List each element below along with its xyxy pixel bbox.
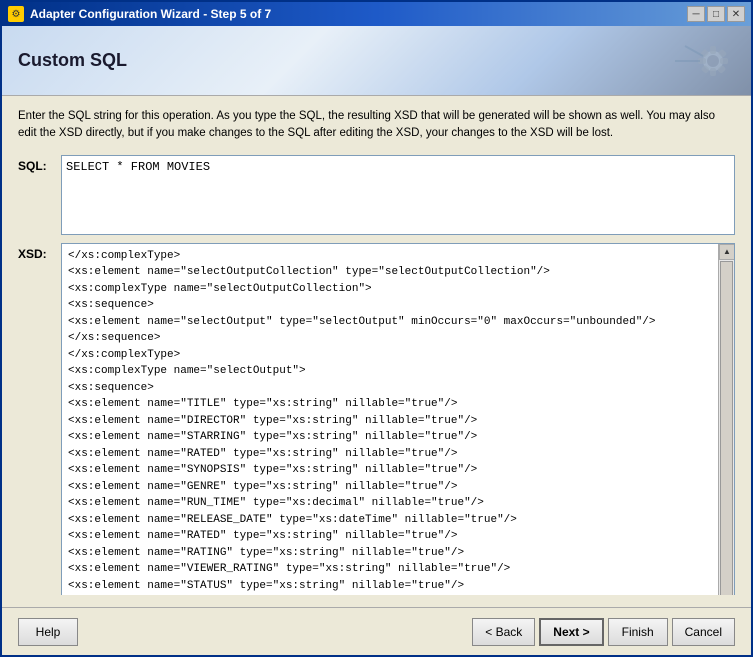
xsd-section: XSD: </xs:complexType> <xs:element name=… <box>18 243 735 596</box>
xsd-vertical-scrollbar[interactable]: ▲ ▼ <box>718 244 734 596</box>
xsd-line: <xs:sequence> <box>68 297 712 314</box>
xsd-line: <xs:element name="TITLE" type="xs:string… <box>68 396 712 413</box>
sql-row: SQL: SELECT * FROM MOVIES <box>18 155 735 235</box>
xsd-line: <xs:element name="GENRE" type="xs:string… <box>68 479 712 496</box>
header-icon <box>675 36 735 86</box>
xsd-line: </xs:complexType> <box>68 248 712 265</box>
title-bar: ⚙ Adapter Configuration Wizard - Step 5 … <box>2 2 751 26</box>
xsd-line: <xs:element name="RELEASE_DATE" type="xs… <box>68 512 712 529</box>
title-bar-left: ⚙ Adapter Configuration Wizard - Step 5 … <box>8 6 271 22</box>
xsd-line: <xs:element name="VIEWER_RATING" type="x… <box>68 561 712 578</box>
xsd-line: <xs:element name="RATING" type="xs:strin… <box>68 545 712 562</box>
help-button[interactable]: Help <box>18 618 78 646</box>
minimize-button[interactable]: ─ <box>687 6 705 22</box>
xsd-line: <xs:complexType name="selectOutputCollec… <box>68 281 712 298</box>
xsd-line: <xs:element name="RATED" type="xs:string… <box>68 446 712 463</box>
help-section: Help <box>18 618 78 646</box>
finish-button[interactable]: Finish <box>608 618 668 646</box>
main-window: ⚙ Adapter Configuration Wizard - Step 5 … <box>0 0 753 657</box>
xsd-line: <xs:element name="selectOutputCollection… <box>68 264 712 281</box>
xsd-line: <xs:sequence> <box>68 380 712 397</box>
sql-input[interactable]: SELECT * FROM MOVIES <box>61 155 735 235</box>
xsd-text-area[interactable]: </xs:complexType> <xs:element name="sele… <box>62 244 718 596</box>
xsd-line: <xs:element name="STARRING" type="xs:str… <box>68 429 712 446</box>
title-bar-controls: ─ □ ✕ <box>687 6 745 22</box>
xsd-container: </xs:complexType> <xs:element name="sele… <box>61 243 735 596</box>
header-title: Custom SQL <box>18 50 127 71</box>
scroll-up-button[interactable]: ▲ <box>719 244 734 260</box>
xsd-line: <xs:element name="SYNOPSIS" type="xs:str… <box>68 462 712 479</box>
sql-label: SQL: <box>18 155 53 173</box>
xsd-line: <xs:element name="DIRECTOR" type="xs:str… <box>68 413 712 430</box>
xsd-line: <xs:element name="RUN_TIME" type="xs:dec… <box>68 495 712 512</box>
xsd-line: <xs:element name="selectOutput" type="se… <box>68 314 712 331</box>
content-area: Enter the SQL string for this operation.… <box>2 96 751 607</box>
xsd-content: </xs:complexType> <xs:element name="sele… <box>68 248 712 596</box>
next-button[interactable]: Next > <box>539 618 603 646</box>
cancel-button[interactable]: Cancel <box>672 618 735 646</box>
scroll-thumb-vertical[interactable] <box>720 261 733 596</box>
xsd-line: <xs:element name="TOTAL_GROSS" type="xs:… <box>68 594 712 595</box>
header-panel: Custom SQL <box>2 26 751 96</box>
xsd-line: <xs:element name="RATED" type="xs:string… <box>68 528 712 545</box>
xsd-line: </xs:complexType> <box>68 347 712 364</box>
close-button[interactable]: ✕ <box>727 6 745 22</box>
gear-icon <box>675 36 735 86</box>
maximize-button[interactable]: □ <box>707 6 725 22</box>
back-button[interactable]: < Back <box>472 618 535 646</box>
form-section: SQL: SELECT * FROM MOVIES XSD: </xs:comp… <box>18 155 735 596</box>
window-icon: ⚙ <box>8 6 24 22</box>
xsd-line: <xs:complexType name="selectOutput"> <box>68 363 712 380</box>
nav-buttons: < Back Next > Finish Cancel <box>472 618 735 646</box>
bottom-bar: Help < Back Next > Finish Cancel <box>2 607 751 655</box>
xsd-label: XSD: <box>18 243 53 261</box>
description-text: Enter the SQL string for this operation.… <box>18 108 735 143</box>
xsd-line: </xs:sequence> <box>68 330 712 347</box>
xsd-line: <xs:element name="STATUS" type="xs:strin… <box>68 578 712 595</box>
window-title: Adapter Configuration Wizard - Step 5 of… <box>30 7 271 21</box>
xsd-main-area: </xs:complexType> <xs:element name="sele… <box>62 244 734 596</box>
